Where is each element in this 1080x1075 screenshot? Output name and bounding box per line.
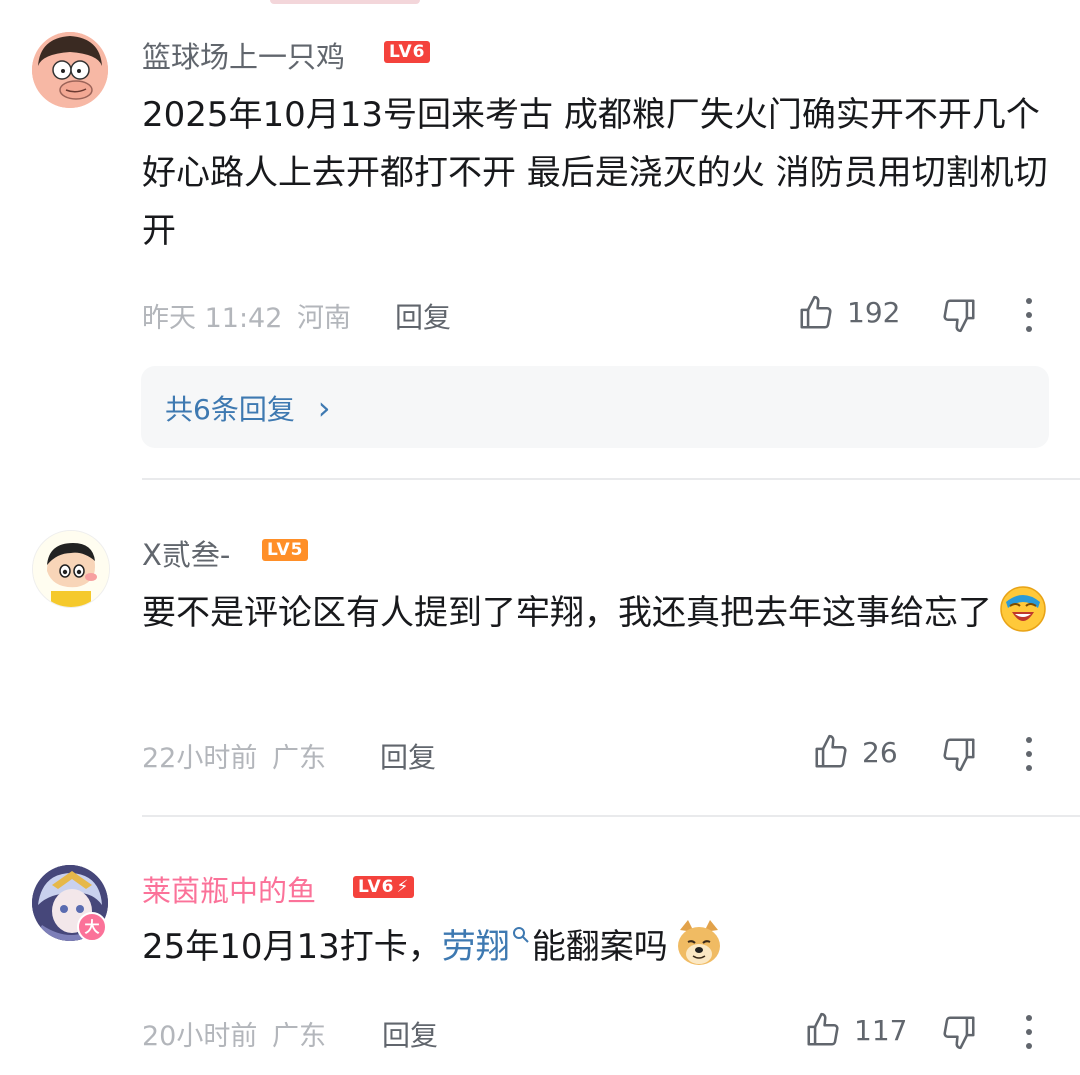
thumbs-up-icon[interactable] bbox=[812, 733, 850, 771]
comment-location: 广东 bbox=[271, 743, 326, 774]
like-count: 117 bbox=[854, 1014, 908, 1047]
like-count: 192 bbox=[847, 296, 901, 329]
replies-summary-label: 共6条回复 › bbox=[165, 388, 331, 428]
more-options-icon[interactable] bbox=[1025, 737, 1033, 777]
avatar-face-icon bbox=[32, 32, 108, 108]
username[interactable]: X贰叁- bbox=[142, 532, 230, 574]
level-text: LV6 bbox=[358, 877, 395, 897]
level-badge: LV6 bbox=[384, 41, 431, 63]
comment-text: 要不是评论区有人提到了牢翔，我还真把去年这事给忘了 bbox=[142, 584, 1052, 642]
reply-button[interactable]: 回复 bbox=[395, 296, 451, 336]
comment-text: 25年10月13打卡，劳翔 能翻案吗 bbox=[142, 918, 1052, 976]
thumbs-down-icon[interactable] bbox=[940, 296, 978, 334]
username[interactable]: 篮球场上一只鸡 bbox=[142, 34, 345, 76]
search-link[interactable]: 劳翔 bbox=[442, 927, 510, 967]
avatar-cartoon-icon bbox=[33, 531, 109, 607]
level-badge: LV6 ⚡ bbox=[353, 876, 415, 898]
doge-emoji bbox=[677, 920, 720, 965]
vip-badge-text: 大 bbox=[84, 918, 100, 936]
comment-text: 2025年10月13号回来考古 成都粮厂失火门确实开不开几个好心路人上去开都打不… bbox=[142, 95, 1048, 251]
comment-time: 昨天 11:42 bbox=[142, 303, 283, 334]
more-options-icon[interactable] bbox=[1025, 298, 1033, 338]
comment-text-content: 要不是评论区有人提到了牢翔，我还真把去年这事给忘了 bbox=[142, 593, 992, 633]
thumbs-down-icon[interactable] bbox=[940, 1013, 978, 1051]
thumbs-up-icon[interactable] bbox=[804, 1011, 842, 1049]
comment-meta: 昨天 11:42 河南 bbox=[142, 296, 351, 335]
username[interactable]: 莱茵瓶中的鱼 bbox=[142, 868, 316, 910]
comment-time: 20小时前 bbox=[142, 1021, 258, 1052]
comment-location: 广东 bbox=[271, 1021, 326, 1052]
vip-badge: 大 bbox=[77, 912, 107, 942]
thumbs-up-icon[interactable] bbox=[797, 294, 835, 332]
avatar[interactable] bbox=[32, 530, 110, 608]
comment-text-after: 能翻案吗 bbox=[531, 927, 668, 967]
replies-summary-button[interactable]: 共6条回复 › bbox=[141, 366, 1049, 448]
lightning-icon: ⚡ bbox=[396, 877, 410, 897]
comment-meta: 22小时前 广东 bbox=[142, 736, 326, 775]
more-options-icon[interactable] bbox=[1025, 1015, 1033, 1055]
reply-button[interactable]: 回复 bbox=[380, 736, 436, 776]
laughing-emoji bbox=[1000, 586, 1046, 632]
comment-location: 河南 bbox=[297, 303, 351, 334]
level-badge: LV5 bbox=[262, 539, 309, 561]
reply-button[interactable]: 回复 bbox=[382, 1014, 438, 1054]
comment-meta: 20小时前 广东 bbox=[142, 1014, 326, 1053]
comment-time: 22小时前 bbox=[142, 743, 258, 774]
like-count: 26 bbox=[862, 736, 898, 769]
divider bbox=[142, 815, 1080, 817]
chevron-right-icon: › bbox=[317, 389, 331, 427]
search-icon[interactable] bbox=[512, 926, 530, 944]
avatar[interactable] bbox=[32, 32, 108, 108]
top-scroll-indicator bbox=[270, 0, 420, 4]
thumbs-down-icon[interactable] bbox=[940, 735, 978, 773]
comment-text-before: 25年10月13打卡， bbox=[142, 927, 442, 967]
replies-count-text: 共6条回复 bbox=[165, 393, 295, 426]
divider bbox=[142, 478, 1080, 480]
